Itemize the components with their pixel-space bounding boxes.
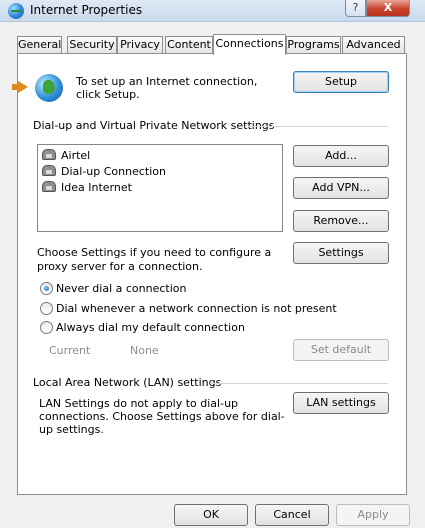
- globe-icon: [35, 74, 63, 102]
- close-button[interactable]: X: [366, 0, 410, 17]
- tab-security[interactable]: Security: [67, 36, 117, 54]
- current-value: None: [130, 344, 159, 357]
- internet-globe-icon: [8, 3, 24, 19]
- never-dial-label[interactable]: Never dial a connection: [56, 282, 186, 295]
- setup-button[interactable]: Setup: [293, 71, 389, 93]
- add-button[interactable]: Add...: [293, 145, 389, 167]
- dialup-connection-icon: [42, 149, 56, 160]
- setup-text: To set up an Internet connection, click …: [76, 75, 258, 101]
- connections-panel: To set up an Internet connection, click …: [12, 53, 407, 495]
- dialup-connection-icon: [42, 165, 56, 176]
- dial-when-no-network-radio[interactable]: [40, 302, 53, 315]
- dialup-group-label: Dial-up and Virtual Private Network sett…: [33, 119, 275, 132]
- tab-general[interactable]: General: [17, 36, 62, 54]
- connection-name: Dial-up Connection: [61, 165, 166, 178]
- always-dial-label[interactable]: Always dial my default connection: [56, 321, 245, 334]
- tab-advanced[interactable]: Advanced: [342, 36, 405, 54]
- dialup-divider: [248, 126, 388, 127]
- dial-when-no-network-label[interactable]: Dial whenever a network connection is no…: [56, 302, 337, 315]
- remove-button[interactable]: Remove...: [293, 210, 389, 232]
- list-item[interactable]: Idea Internet: [42, 180, 132, 196]
- never-dial-radio[interactable]: [40, 282, 53, 295]
- lan-group-label: Local Area Network (LAN) settings: [33, 376, 222, 389]
- proxy-settings-text: Choose Settings if you need to configure…: [37, 246, 272, 273]
- dialup-connection-icon: [42, 181, 56, 192]
- tab-connections[interactable]: Connections: [213, 34, 286, 55]
- list-item[interactable]: Dial-up Connection: [42, 164, 166, 180]
- tab-privacy[interactable]: Privacy: [117, 36, 163, 54]
- window-title: Internet Properties: [30, 3, 143, 17]
- tab-programs[interactable]: Programs: [286, 36, 341, 54]
- tab-strip: General Security Privacy Content Connect…: [17, 34, 407, 55]
- title-bar: Internet Properties ? X: [0, 0, 425, 22]
- cancel-button[interactable]: Cancel: [255, 504, 329, 526]
- help-button[interactable]: ?: [345, 0, 366, 17]
- connections-list[interactable]: Airtel Dial-up Connection Idea Internet: [37, 144, 283, 232]
- list-item[interactable]: Airtel: [42, 148, 90, 164]
- arrow-right-icon: [18, 81, 28, 93]
- ok-button[interactable]: OK: [174, 504, 248, 526]
- lan-text: LAN Settings do not apply to dial-up con…: [39, 397, 285, 436]
- lan-divider: [210, 383, 388, 384]
- settings-button[interactable]: Settings: [293, 242, 389, 264]
- lan-settings-button[interactable]: LAN settings: [293, 392, 389, 414]
- set-default-button[interactable]: Set default: [293, 339, 389, 361]
- connection-name: Idea Internet: [61, 181, 132, 194]
- connection-name: Airtel: [61, 149, 91, 162]
- tab-content[interactable]: Content: [165, 36, 213, 54]
- apply-button[interactable]: Apply: [336, 504, 410, 526]
- always-dial-radio[interactable]: [40, 321, 53, 334]
- current-label: Current: [49, 344, 91, 357]
- add-vpn-button[interactable]: Add VPN...: [293, 177, 389, 199]
